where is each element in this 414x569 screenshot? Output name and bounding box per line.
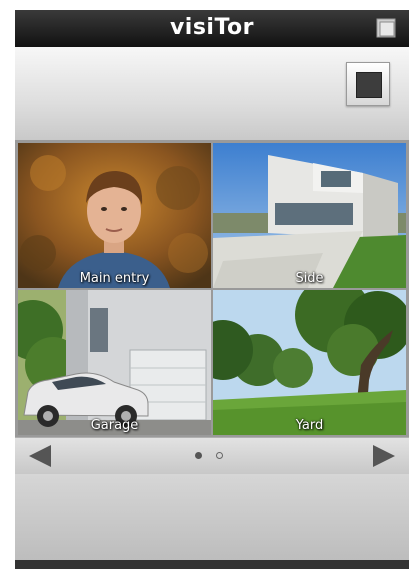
camera-tile-garage[interactable]: Garage [18,290,211,435]
page-indicator [195,452,235,462]
stop-square-icon [356,72,382,98]
pager-bar [15,437,409,475]
right-arrow-icon[interactable] [373,445,395,467]
camera-label: Garage [90,418,139,433]
camera-label: Yard [295,418,324,433]
camera-image-yard [213,290,406,435]
camera-label: Main entry [79,271,150,286]
camera-image-side [213,143,406,288]
app-window: visiTor Main entry Side Garage Yard [15,10,409,569]
left-arrow-icon[interactable] [29,445,51,467]
camera-tile-yard[interactable]: Yard [213,290,406,435]
bottom-bar [15,560,409,569]
camera-image-main-entry [18,143,211,288]
camera-label: Side [295,271,324,286]
toolbar [15,47,409,140]
camera-image-garage [18,290,211,435]
title-bar: visiTor [15,10,409,47]
page-dot-inactive[interactable] [216,452,223,459]
window-icon[interactable] [375,17,397,39]
stop-button[interactable] [346,62,390,106]
camera-tile-main-entry[interactable]: Main entry [18,143,211,288]
camera-tile-side[interactable]: Side [213,143,406,288]
app-title: visiTor [169,15,255,40]
bottom-panel [15,474,409,560]
page-dot-active[interactable] [195,452,202,459]
camera-grid: Main entry Side Garage Yard [15,140,409,437]
